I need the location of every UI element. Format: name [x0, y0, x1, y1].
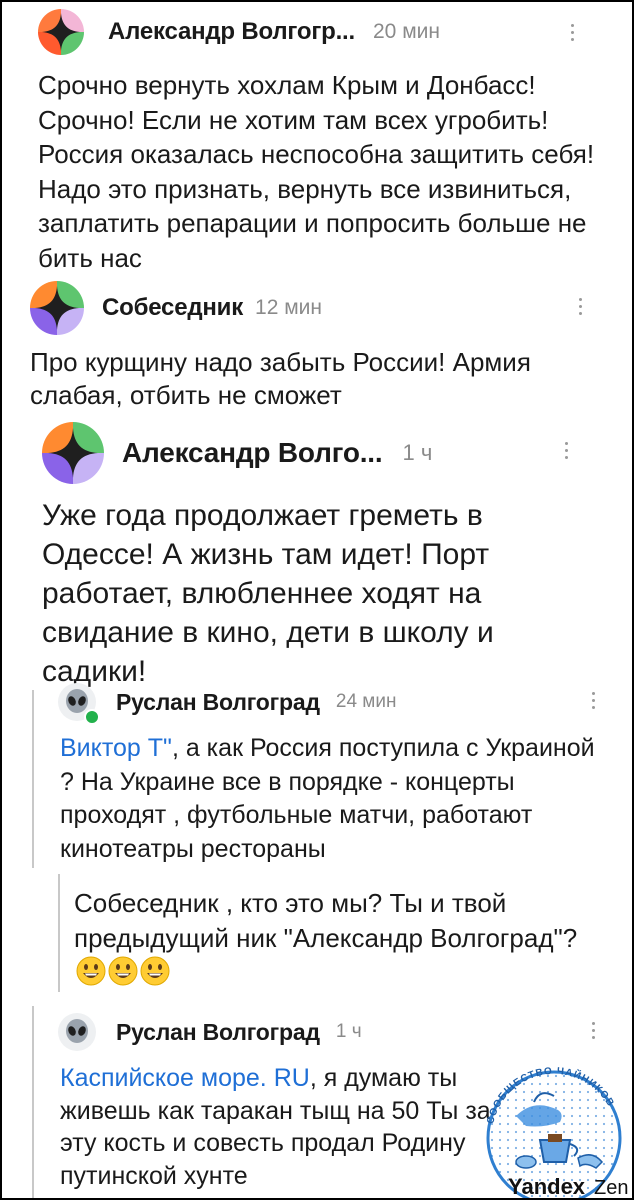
comment-header: Собеседник 12 мин: [30, 281, 323, 335]
comment-header: Руслан Волгоград 24 мин: [58, 682, 397, 725]
avatar[interactable]: [30, 281, 84, 335]
comment-time: 12 мин: [255, 296, 323, 319]
kebab-menu-icon[interactable]: [568, 24, 576, 41]
kebab-menu-icon[interactable]: [576, 298, 584, 315]
kebab-menu-icon[interactable]: [589, 1022, 597, 1039]
comment-text: Виктор Т", а как Россия поступила с Укра…: [60, 732, 610, 866]
comment-time: 1 ч: [402, 440, 433, 465]
avatar-wrapper[interactable]: [58, 683, 100, 725]
author-name[interactable]: Александр Волго...: [122, 437, 383, 469]
comment-time: 24 мин: [335, 691, 397, 712]
author-name[interactable]: Александр Волгогр...: [108, 18, 355, 46]
comment-time: 20 мин: [373, 20, 440, 43]
thread-line: [58, 874, 60, 992]
comment-text: Каспийское море. RU, я думаю ты живешь к…: [60, 1062, 530, 1192]
kebab-menu-icon[interactable]: [589, 692, 597, 709]
grinning-face-icon: [108, 956, 138, 986]
watermark-brand-suffix: Zen: [594, 1177, 628, 1198]
community-watermark: СООБЩЕСТВО ЧАЙНИКОВ Yandex Zen: [474, 1058, 632, 1198]
comment-text: Уже года продолжает греметь в Одессе! А …: [42, 499, 494, 688]
mention-link[interactable]: Виктор Т": [60, 734, 172, 762]
comment-text: Срочно вернуть хохлам Крым и Донбасс! Ср…: [38, 70, 595, 273]
mention-link[interactable]: Каспийское море. RU: [60, 1064, 310, 1092]
online-status-badge: [84, 709, 100, 725]
comment-text: Про курщину надо забыть России! Армия сл…: [30, 347, 531, 410]
grinning-face-icon: [76, 956, 106, 986]
comment-header: Руслан Волгоград 1 ч: [58, 1012, 362, 1052]
alien-icon[interactable]: [58, 1013, 96, 1051]
comment-time: 1 ч: [335, 1021, 362, 1042]
thread-line: [32, 1006, 34, 1198]
author-name[interactable]: Собеседник: [102, 294, 243, 322]
author-name[interactable]: Руслан Волгоград: [116, 1019, 320, 1046]
comment-header: Александр Волгогр... 20 мин: [38, 8, 440, 56]
author-name[interactable]: Руслан Волгоград: [116, 689, 320, 716]
comment-body: Собеседник , кто это мы? Ты и твой преды…: [74, 888, 578, 953]
thread-line: [32, 690, 34, 868]
comments-screenshot: Александр Волгогр... 20 мин Срочно верну…: [0, 0, 634, 1200]
zen-logo-avatar-icon: [30, 281, 84, 335]
comment-text: Собеседник , кто это мы? Ты и твой преды…: [74, 886, 584, 990]
avatar[interactable]: [42, 422, 104, 484]
watermark-brand: Yandex: [508, 1174, 586, 1198]
grinning-face-icon: [140, 956, 170, 986]
zen-logo-avatar-icon: [42, 422, 104, 484]
kebab-menu-icon[interactable]: [562, 442, 570, 459]
zen-logo-avatar-icon: [38, 9, 84, 55]
avatar[interactable]: [38, 9, 84, 55]
comment-header: Александр Волго... 1 ч: [42, 422, 432, 484]
